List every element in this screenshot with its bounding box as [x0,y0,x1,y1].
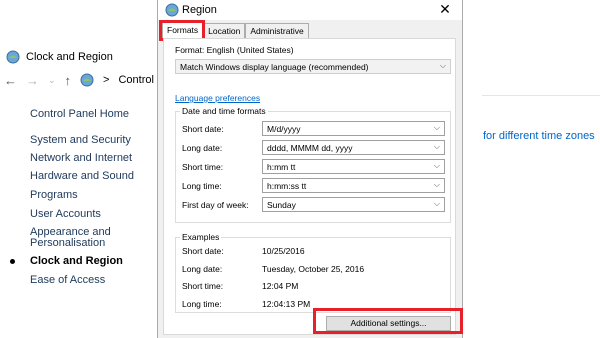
example-long-time-value: 12:04:13 PM [262,299,311,309]
sidebar-item-hardware-sound[interactable]: Hardware and Sound [30,170,134,183]
recent-dropdown-icon[interactable]: ⌄ [48,75,56,86]
examples-group: Examples Short date: 10/25/2016 Long dat… [175,232,451,313]
date-time-formats-title: Date and time formats [180,106,268,116]
short-date-value: M/d/yyyy [267,124,301,134]
example-short-time-label: Short time: [182,281,224,291]
forward-arrow-icon[interactable]: → [26,73,39,88]
examples-title: Examples [180,232,222,242]
short-time-label: Short time: [182,162,224,172]
control-panel-crumb-icon [80,73,94,87]
example-long-date-value: Tuesday, October 25, 2016 [262,264,365,274]
first-day-value: Sunday [267,200,296,210]
control-panel-title-text: Clock and Region [26,51,113,63]
back-arrow-icon[interactable]: ← [4,73,17,88]
control-panel-title: Clock and Region [6,48,113,66]
sidebar-item-ease-of-access[interactable]: Ease of Access [30,274,105,287]
chevron-down-icon: ⌵ [433,161,440,170]
sidebar-item-system-security[interactable]: System and Security [30,134,131,147]
long-time-label: Long time: [182,181,222,191]
example-long-time-label: Long time: [182,299,222,309]
long-time-select[interactable]: h:mm:ss tt ⌵ [262,178,445,193]
chevron-down-icon: ⌵ [433,180,440,189]
sidebar-item-control-panel-home[interactable]: Control Panel Home [30,108,129,121]
format-label: Format: English (United States) [175,45,294,55]
long-date-value: dddd, MMMM dd, yyyy [267,143,353,153]
additional-settings-highlight [313,308,463,334]
region-dialog: Region ✕ Formats Location Administrative… [157,0,463,338]
chevron-down-icon: ⌵ [433,142,440,151]
format-select-value: Match Windows display language (recommen… [180,62,369,72]
time-zones-link[interactable]: for different time zones [483,130,595,142]
long-date-label: Long date: [182,143,223,153]
short-time-value: h:mm tt [267,162,296,172]
chevron-down-icon: ⌵ [433,123,440,132]
short-date-select[interactable]: M/d/yyyy ⌵ [262,121,445,136]
date-time-formats-group: Date and time formats Short date: M/d/yy… [175,106,451,223]
up-arrow-icon[interactable]: ↑ [65,73,72,88]
short-time-select[interactable]: h:mm tt ⌵ [262,159,445,174]
example-short-time-value: 12:04 PM [262,281,299,291]
breadcrumb-separator: > [103,74,110,86]
format-select[interactable]: Match Windows display language (recommen… [175,59,451,74]
clock-region-icon [6,50,20,64]
region-icon [165,3,179,17]
active-bullet-icon [10,259,15,264]
tab-administrative[interactable]: Administrative [245,23,309,38]
dialog-title: Region [182,4,217,16]
sidebar-item-clock-region[interactable]: Clock and Region [30,255,123,268]
example-short-date-label: Short date: [182,246,224,256]
sidebar-item-programs[interactable]: Programs [30,189,78,202]
control-panel-nav: ← → ⌄ ↑ > Control [4,70,154,90]
long-time-value: h:mm:ss tt [267,181,307,191]
example-long-date-label: Long date: [182,264,223,274]
first-day-select[interactable]: Sunday ⌵ [262,197,445,212]
first-day-label: First day of week: [182,200,249,210]
close-icon[interactable]: ✕ [436,1,454,18]
chevron-down-icon: ⌵ [439,61,446,70]
tab-location[interactable]: Location [203,23,246,38]
content-divider [482,95,600,96]
language-preferences-link[interactable]: Language preferences [175,93,260,103]
dialog-titlebar[interactable]: Region ✕ [158,0,462,20]
example-short-date-value: 10/25/2016 [262,246,305,256]
short-date-label: Short date: [182,124,224,134]
sidebar-item-personalisation[interactable]: Personalisation [30,237,105,250]
breadcrumb-control[interactable]: Control [118,74,153,86]
formats-panel: Format: English (United States) Match Wi… [163,38,456,335]
sidebar-item-user-accounts[interactable]: User Accounts [30,208,101,221]
long-date-select[interactable]: dddd, MMMM dd, yyyy ⌵ [262,140,445,155]
sidebar-item-network-internet[interactable]: Network and Internet [30,152,132,165]
chevron-down-icon: ⌵ [433,199,440,208]
